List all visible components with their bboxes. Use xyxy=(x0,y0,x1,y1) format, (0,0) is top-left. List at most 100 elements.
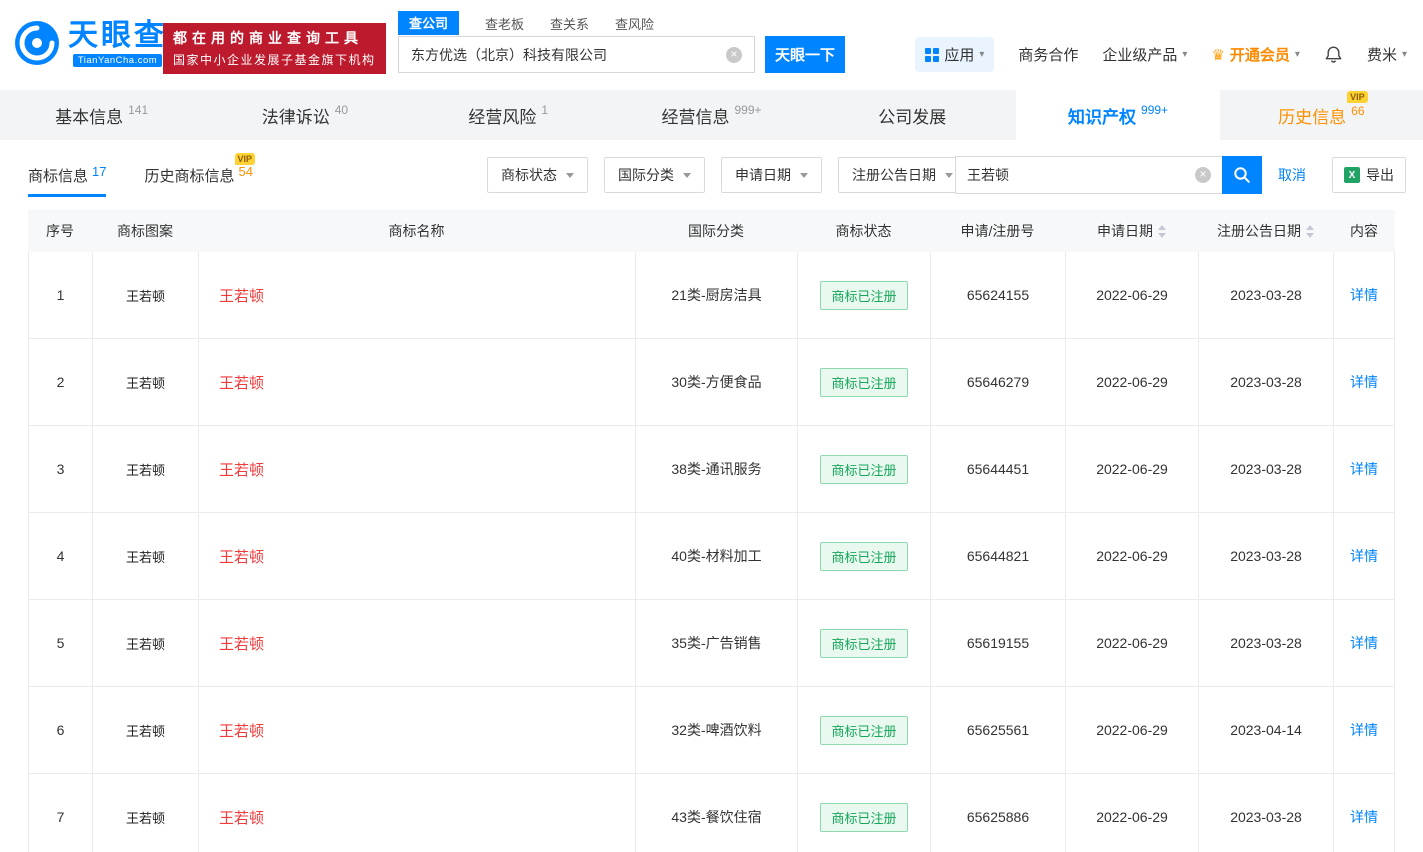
status-cell: 商标已注册 xyxy=(797,339,930,425)
trademark-image-cell: 王若顿 xyxy=(92,774,198,852)
tab-intellectual-property[interactable]: 知识产权 999+ xyxy=(1016,90,1220,140)
row-index: 3 xyxy=(28,426,92,512)
intl-class-cell: 21类-厨房洁具 xyxy=(635,252,797,338)
subtab-history-trademark-info[interactable]: 历史商标信息 VIP 54 xyxy=(144,140,256,210)
trademark-image-text: 王若顿 xyxy=(125,637,165,653)
trademark-search-input[interactable]: 王若顿 × xyxy=(955,156,1222,194)
registration-number-cell: 65625886 xyxy=(930,774,1065,852)
content-cell: 详情 xyxy=(1333,339,1395,425)
filter-trademark-status[interactable]: 商标状态 xyxy=(487,157,588,193)
company-search-input[interactable]: 东方优选（北京）科技有限公司 × xyxy=(398,36,755,73)
nav-user[interactable]: 费米 ▾ xyxy=(1367,44,1407,65)
detail-link[interactable]: 详情 xyxy=(1350,285,1378,305)
header-intl-class: 国际分类 xyxy=(688,223,744,239)
nav-open-vip-label: 开通会员 xyxy=(1229,47,1290,64)
subtab-count: 54 xyxy=(238,163,253,179)
tab-label: 知识产权 xyxy=(1068,107,1137,127)
trademark-image-text: 王若顿 xyxy=(125,376,165,392)
chevron-down-icon xyxy=(566,172,574,178)
content-cell: 详情 xyxy=(1333,426,1395,512)
trademark-name-highlight: 王若顿 xyxy=(219,548,265,566)
company-search-value: 东方优选（北京）科技有限公司 xyxy=(411,46,607,63)
tab-operation-info[interactable]: 经营信息 999+ xyxy=(610,90,813,140)
filter-label: 国际分类 xyxy=(618,167,674,183)
detail-link[interactable]: 详情 xyxy=(1350,720,1378,740)
search-button[interactable]: 天眼一下 xyxy=(765,36,845,73)
trademark-image-cell: 王若顿 xyxy=(92,339,198,425)
row-index: 7 xyxy=(28,774,92,852)
filter-announce-date[interactable]: 注册公告日期 xyxy=(838,157,967,193)
row-index: 1 xyxy=(28,252,92,338)
header-trademark-name: 商标名称 xyxy=(388,223,445,239)
trademark-name-highlight: 王若顿 xyxy=(219,461,265,479)
slogan-line2: 国家中小企业发展子基金旗下机构 xyxy=(173,53,376,67)
filter-apply-date[interactable]: 申请日期 xyxy=(721,157,822,193)
trademark-name-cell: 王若顿 xyxy=(198,513,635,599)
detail-link[interactable]: 详情 xyxy=(1350,459,1378,479)
registration-number-cell: 65624155 xyxy=(930,252,1065,338)
detail-link[interactable]: 详情 xyxy=(1350,546,1378,566)
nav-apps[interactable]: 应用 ▾ xyxy=(915,37,995,72)
intl-class-cell: 40类-材料加工 xyxy=(635,513,797,599)
excel-icon: X xyxy=(1344,167,1360,183)
intl-class-cell: 32类-啤酒饮料 xyxy=(635,687,797,773)
tab-history-info[interactable]: 历史信息 VIP 66 xyxy=(1220,90,1423,140)
nav-enterprise[interactable]: 企业级产品 ▾ xyxy=(1102,44,1187,65)
cancel-button[interactable]: 取消 xyxy=(1278,165,1306,185)
filter-intl-class[interactable]: 国际分类 xyxy=(604,157,705,193)
announce-date-cell: 2023-03-28 xyxy=(1198,426,1333,512)
content-cell: 详情 xyxy=(1333,513,1395,599)
subtab-trademark-info[interactable]: 商标信息 17 xyxy=(28,140,107,210)
header-registration-number: 申请/注册号 xyxy=(960,223,1035,239)
registration-number-cell: 65619155 xyxy=(930,600,1065,686)
vip-badge: VIP xyxy=(234,152,256,165)
chevron-down-icon xyxy=(945,172,953,178)
trademark-image-text: 王若顿 xyxy=(125,724,165,740)
chevron-down-icon: ▾ xyxy=(1182,48,1188,60)
content-cell: 详情 xyxy=(1333,252,1395,338)
detail-link[interactable]: 详情 xyxy=(1350,372,1378,392)
sort-icon[interactable] xyxy=(1306,224,1314,238)
status-cell: 商标已注册 xyxy=(797,426,930,512)
tab-legal-litigation[interactable]: 法律诉讼 40 xyxy=(203,90,406,140)
clear-icon[interactable]: × xyxy=(1195,167,1211,183)
sort-icon[interactable] xyxy=(1158,224,1166,238)
status-badge: 商标已注册 xyxy=(820,454,908,484)
header-apply-date[interactable]: 申请日期 xyxy=(1065,210,1198,252)
detail-link[interactable]: 详情 xyxy=(1350,633,1378,653)
tab-label: 历史信息 xyxy=(1278,107,1347,127)
chevron-down-icon: ▾ xyxy=(1294,48,1300,60)
slogan-line1: 都在用的商业查询工具 xyxy=(173,30,363,46)
bell-icon xyxy=(1325,46,1342,63)
search-tab-company[interactable]: 查公司 xyxy=(398,11,460,35)
tab-basic-info[interactable]: 基本信息 141 xyxy=(0,90,203,140)
trademark-search-button[interactable] xyxy=(1222,156,1262,194)
announce-date-cell: 2023-03-28 xyxy=(1198,513,1333,599)
header-announce-date[interactable]: 注册公告日期 xyxy=(1198,210,1333,252)
search-tab-boss[interactable]: 查老板 xyxy=(485,14,524,35)
notification-bell[interactable] xyxy=(1324,45,1343,64)
search-tab-risk[interactable]: 查风险 xyxy=(615,14,654,35)
export-button[interactable]: X 导出 xyxy=(1332,157,1406,193)
nav-open-vip[interactable]: ♛ 开通会员 ▾ xyxy=(1211,44,1300,65)
intl-class-cell: 43类-餐饮住宿 xyxy=(635,774,797,852)
detail-link[interactable]: 详情 xyxy=(1350,807,1378,827)
apply-date-cell: 2022-06-29 xyxy=(1065,513,1198,599)
nav-cooperation[interactable]: 商务合作 xyxy=(1018,44,1078,65)
logo[interactable]: 天眼查 TianYanCha.com xyxy=(14,20,167,67)
search-tab-relation[interactable]: 查关系 xyxy=(550,14,589,35)
table-row: 3 王若顿 王若顿 38类-通讯服务 商标已注册 65644451 2022-0… xyxy=(28,426,1395,513)
filter-label: 申请日期 xyxy=(735,167,791,183)
tab-company-development[interactable]: 公司发展 xyxy=(813,90,1016,140)
status-badge: 商标已注册 xyxy=(820,541,908,571)
trademark-name-cell: 王若顿 xyxy=(198,252,635,338)
registration-number-cell: 65644821 xyxy=(930,513,1065,599)
slogan-banner: 都在用的商业查询工具 国家中小企业发展子基金旗下机构 xyxy=(163,23,386,74)
trademark-image-text: 王若顿 xyxy=(125,463,165,479)
tab-operation-risk[interactable]: 经营风险 1 xyxy=(407,90,610,140)
announce-date-cell: 2023-03-28 xyxy=(1198,252,1333,338)
search-block: 查公司 查老板 查关系 查风险 东方优选（北京）科技有限公司 × 天眼一下 xyxy=(398,11,845,73)
intl-class-cell: 35类-广告销售 xyxy=(635,600,797,686)
clear-icon[interactable]: × xyxy=(726,46,742,63)
apply-date-cell: 2022-06-29 xyxy=(1065,339,1198,425)
